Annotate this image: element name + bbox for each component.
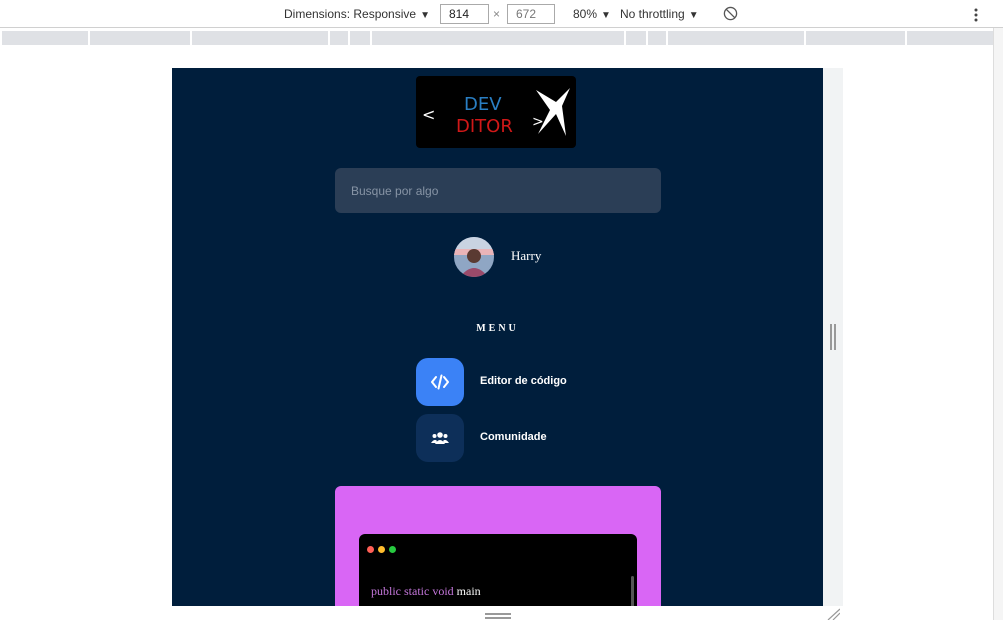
rotate-icon[interactable] [723, 6, 738, 21]
menu-item-label: Comunidade [480, 431, 547, 443]
window-maximize-dot [389, 546, 396, 553]
devtools-panel-edge [993, 28, 1003, 620]
media-query-segment[interactable] [192, 31, 328, 45]
media-query-segment[interactable] [907, 31, 993, 45]
menu-title: MENU [476, 323, 519, 334]
media-query-segment[interactable] [330, 31, 348, 45]
search-input[interactable] [335, 168, 661, 213]
users-icon [431, 432, 449, 444]
logo-dev-text: DEV [464, 94, 502, 115]
zoom-dropdown[interactable]: 80% ▼ [573, 0, 611, 28]
devtools-toolbar: Dimensions: Responsive ▼ 814 × 672 80% ▼ N… [0, 0, 1003, 28]
device-viewport: < DEV DITOR > Harry MENU Editor de códig… [172, 68, 823, 606]
media-query-segment[interactable] [648, 31, 666, 45]
zoom-label: 80% [573, 7, 598, 21]
dropdown-caret-icon: ▼ [420, 10, 430, 21]
code-preview-card[interactable]: public static void main [335, 486, 661, 606]
menu-button-code-editor[interactable] [416, 358, 464, 406]
media-query-segment[interactable] [350, 31, 370, 45]
media-query-segment[interactable] [90, 31, 190, 45]
media-query-segment[interactable] [2, 31, 88, 45]
height-input[interactable]: 672 [507, 4, 555, 24]
resize-handle-bottom[interactable] [485, 613, 511, 619]
media-query-bar [0, 29, 993, 46]
dimensions-label: Dimensions: Responsive [284, 7, 417, 21]
dropdown-caret-icon: ▼ [688, 10, 699, 21]
logo-left-bracket: < [422, 105, 435, 124]
more-options-icon[interactable] [970, 7, 982, 23]
menu-item-community[interactable]: Comunidade [416, 414, 616, 462]
dimension-separator: × [493, 7, 501, 21]
menu-button-community[interactable] [416, 414, 464, 462]
media-query-segment[interactable] [372, 31, 624, 45]
devditor-logo[interactable]: < DEV DITOR > [416, 76, 576, 148]
throttling-label: No throttling [620, 7, 685, 21]
logo-graphic: < DEV DITOR > [422, 88, 570, 137]
media-query-segment[interactable] [626, 31, 646, 45]
resize-corner-icon[interactable] [826, 608, 840, 620]
dropdown-caret-icon: ▼ [601, 10, 611, 21]
menu-item-code-editor[interactable]: Editor de código [416, 358, 616, 406]
media-query-segment[interactable] [806, 31, 905, 45]
logo-ditor-text: DITOR [456, 116, 513, 137]
logo-bolt-shape [536, 88, 570, 136]
window-minimize-dot [378, 546, 385, 553]
window-close-dot [367, 546, 374, 553]
editor-scrollbar[interactable] [631, 576, 634, 606]
dimensions-dropdown[interactable]: Dimensions: Responsive ▼ [284, 0, 430, 28]
width-input[interactable]: 814 [440, 4, 489, 24]
throttling-dropdown[interactable]: No throttling ▼ [620, 0, 699, 28]
code-line: public static void main [371, 584, 481, 599]
code-keywords: public static void [371, 584, 454, 598]
code-editor-window: public static void main [359, 534, 637, 606]
avatar[interactable] [454, 237, 494, 277]
avatar-photo [454, 237, 494, 277]
media-query-segment[interactable] [668, 31, 804, 45]
username: Harry [511, 248, 542, 263]
code-function-name: main [456, 584, 481, 598]
menu-item-label: Editor de código [480, 375, 567, 387]
resize-handle-right[interactable] [830, 324, 836, 350]
code-icon [431, 374, 449, 390]
